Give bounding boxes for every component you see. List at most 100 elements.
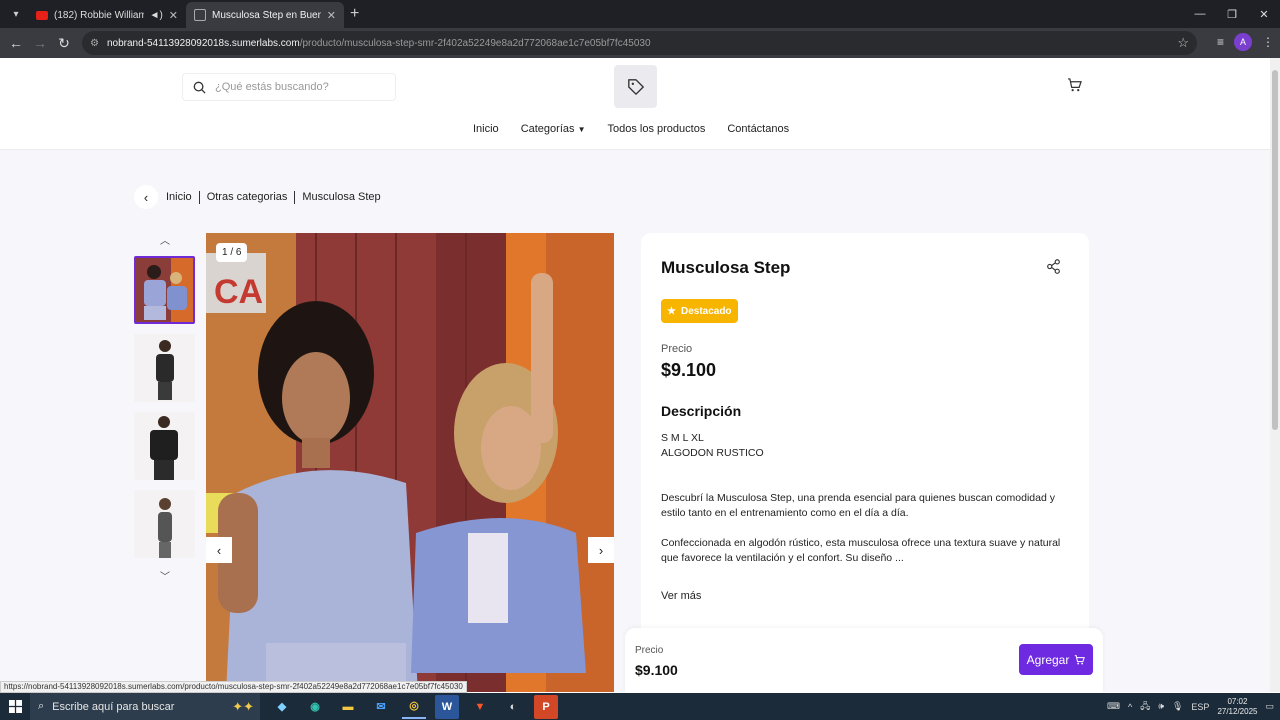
share-button[interactable] — [1046, 259, 1061, 279]
thumbnail-strip: ︿ ﹀ — [134, 232, 196, 584]
taskbar-search-placeholder: Escribe aquí para buscar — [52, 700, 175, 713]
product-photo-illustration: CA — [206, 233, 614, 692]
language-indicator[interactable]: ESP — [1191, 702, 1209, 712]
edge-app-icon[interactable]: ◉ — [303, 695, 327, 719]
mic-icon[interactable]: 🎙 — [1172, 701, 1183, 712]
description-line: ALGODON RUSTICO — [661, 447, 764, 459]
thumbs-down-chevron-icon[interactable]: ﹀ — [134, 568, 196, 584]
site-info-icon[interactable]: ⚙ — [90, 38, 99, 49]
nav-inicio[interactable]: Inicio — [473, 123, 499, 135]
share-icon — [1047, 259, 1060, 274]
sticky-purchase-bar: Precio $9.100 Agregar — [625, 628, 1103, 692]
url-field[interactable]: ⚙ nobrand-54113928092018s.sumerlabs.com/… — [82, 31, 1197, 55]
system-tray: ⌨ ^ 🖧 🕪 🎙 ESP 07:02 27/12/2025 ▭ — [1107, 693, 1274, 720]
cart-icon — [1067, 78, 1082, 92]
file-explorer-app-icon[interactable]: ▬ — [336, 695, 360, 719]
tab-youtube[interactable]: (182) Robbie Williams - Fe ◄) ✕ — [28, 2, 186, 28]
minimize-icon[interactable]: — — [1184, 0, 1216, 28]
product-main-image[interactable]: CA 1 / 6 ‹ › — [206, 233, 614, 692]
window-controls: — ❐ ✕ — [1184, 0, 1280, 28]
product-title: Musculosa Step — [661, 258, 791, 277]
breadcrumb-category[interactable]: Otras categorias — [198, 190, 295, 204]
page-scrollbar[interactable] — [1270, 58, 1280, 692]
menu-kebab-icon[interactable]: ⋮ — [1262, 35, 1274, 49]
profile-avatar[interactable]: A — [1234, 33, 1252, 51]
obs-app-icon[interactable]: ◐ — [501, 695, 525, 719]
restore-icon[interactable]: ❐ — [1216, 0, 1248, 28]
see-more-link[interactable]: Ver más — [661, 590, 701, 602]
tray-chevron-icon[interactable]: ^ — [1128, 702, 1132, 712]
powerpoint-app-icon[interactable]: P — [534, 694, 558, 719]
volume-icon[interactable]: 🕪 — [1158, 701, 1164, 712]
description-line: Confeccionada en algodón rústico, esta m… — [661, 537, 1061, 564]
breadcrumb: ‹ Inicio Otras categorias Musculosa Step — [134, 185, 388, 209]
description-line: Descubrí la Musculosa Step, una prenda e… — [661, 492, 1055, 504]
star-icon: ★ — [667, 305, 676, 317]
status-bar-url: https://nobrand-54113928092018s.sumerlab… — [0, 681, 467, 693]
os-taskbar: ⌕ Escribe aquí para buscar ✦✦ ◆ ◉ ▬ ✉ ◎ … — [0, 693, 1280, 720]
brave-app-icon[interactable]: ▼ — [468, 695, 492, 719]
new-tab-plus-icon[interactable]: + — [350, 5, 359, 23]
url-host: nobrand-54113928092018s.sumerlabs.com — [106, 37, 300, 49]
thumbnail-2[interactable] — [134, 334, 195, 402]
mail-app-icon[interactable]: ✉ — [369, 695, 393, 719]
next-image-chevron-icon[interactable]: › — [588, 537, 614, 563]
copilot-app-icon[interactable]: ◆ — [270, 695, 294, 719]
breadcrumb-current: Musculosa Step — [294, 190, 387, 204]
youtube-favicon-icon — [36, 10, 48, 20]
taskbar-clock[interactable]: 07:02 27/12/2025 — [1217, 697, 1257, 717]
cart-button[interactable] — [1067, 78, 1082, 97]
thumbnail-4[interactable] — [134, 490, 195, 558]
network-icon[interactable]: 🖧 — [1140, 699, 1150, 715]
featured-badge: ★ Destacado — [661, 299, 738, 323]
nav-todos-los-productos[interactable]: Todos los productos — [607, 123, 705, 135]
site-header: ¿Qué estás buscando? Inicio Categorías ▼… — [0, 58, 1270, 150]
sticky-price: $9.100 — [635, 662, 678, 678]
search-icon: ⌕ — [38, 700, 45, 712]
thumbs-up-chevron-icon[interactable]: ︿ — [134, 232, 196, 248]
audio-icon[interactable]: ◄) — [150, 10, 163, 21]
search-placeholder: ¿Qué estás buscando? — [215, 81, 329, 93]
chrome-app-icon[interactable]: ◎ — [402, 695, 426, 719]
nav-contactanos[interactable]: Contáctanos — [727, 123, 789, 135]
breadcrumb-inicio[interactable]: Inicio — [164, 191, 199, 204]
bookmark-star-icon[interactable]: ☆ — [1177, 35, 1189, 51]
cart-icon — [1075, 654, 1086, 665]
close-window-icon[interactable]: ✕ — [1248, 0, 1280, 28]
search-input[interactable]: ¿Qué estás buscando? — [182, 73, 396, 101]
taskbar-search-input[interactable]: ⌕ Escribe aquí para buscar ✦✦ — [30, 693, 260, 720]
add-to-cart-button[interactable]: Agregar — [1019, 644, 1093, 675]
tab-title: Musculosa Step en Buenos Aires — [212, 9, 321, 21]
windows-start-icon[interactable] — [0, 700, 30, 713]
featured-badge-label: Destacado — [680, 305, 732, 317]
close-tab-icon[interactable]: ✕ — [327, 9, 336, 22]
nav-categorias[interactable]: Categorías ▼ — [521, 123, 586, 135]
scrollbar-thumb[interactable] — [1272, 70, 1278, 430]
keyboard-icon[interactable]: ⌨ — [1107, 701, 1120, 712]
add-to-cart-label: Agregar — [1026, 652, 1070, 667]
thumbnail-3[interactable] — [134, 412, 195, 480]
notifications-icon[interactable]: ▭ — [1265, 701, 1274, 712]
address-bar-row: ← → ↻ ⚙ nobrand-54113928092018s.sumerlab… — [0, 28, 1280, 58]
reload-icon[interactable]: ↻ — [52, 35, 76, 52]
product-description: S M L XL ALGODON RUSTICO Descubrí la Mus… — [661, 431, 1071, 566]
tab-search-chevron-icon[interactable]: ▾ — [4, 3, 28, 25]
media-controls-icon[interactable]: ≡ — [1217, 35, 1224, 49]
url-path: /producto/musculosa-step-smr-2f402a52249… — [299, 37, 651, 49]
browser-tab-bar: ▾ (182) Robbie Williams - Fe ◄) ✕ Muscul… — [0, 0, 1280, 28]
store-logo[interactable] — [614, 65, 657, 108]
prev-image-chevron-icon[interactable]: ‹ — [206, 537, 232, 563]
breadcrumb-back-chevron-icon[interactable]: ‹ — [134, 185, 158, 209]
description-title: Descripción — [661, 403, 742, 419]
forward-arrow-icon[interactable]: → — [28, 35, 52, 51]
word-app-icon[interactable]: W — [435, 694, 459, 719]
web-page: ¿Qué estás buscando? Inicio Categorías ▼… — [0, 58, 1270, 692]
thumbnail-1[interactable] — [134, 256, 195, 324]
description-line: estilo tanto en el entrenamiento como en… — [661, 507, 909, 519]
tab-product[interactable]: Musculosa Step en Buenos Aires ✕ — [186, 2, 344, 28]
product-info-panel: Musculosa Step ★ Destacado Precio $9.100… — [641, 233, 1089, 692]
clock-time: 07:02 — [1227, 696, 1248, 706]
back-arrow-icon[interactable]: ← — [4, 35, 28, 51]
taskbar-apps: ◆ ◉ ▬ ✉ ◎ W ▼ ◐ P — [270, 694, 558, 719]
close-tab-icon[interactable]: ✕ — [169, 9, 178, 22]
